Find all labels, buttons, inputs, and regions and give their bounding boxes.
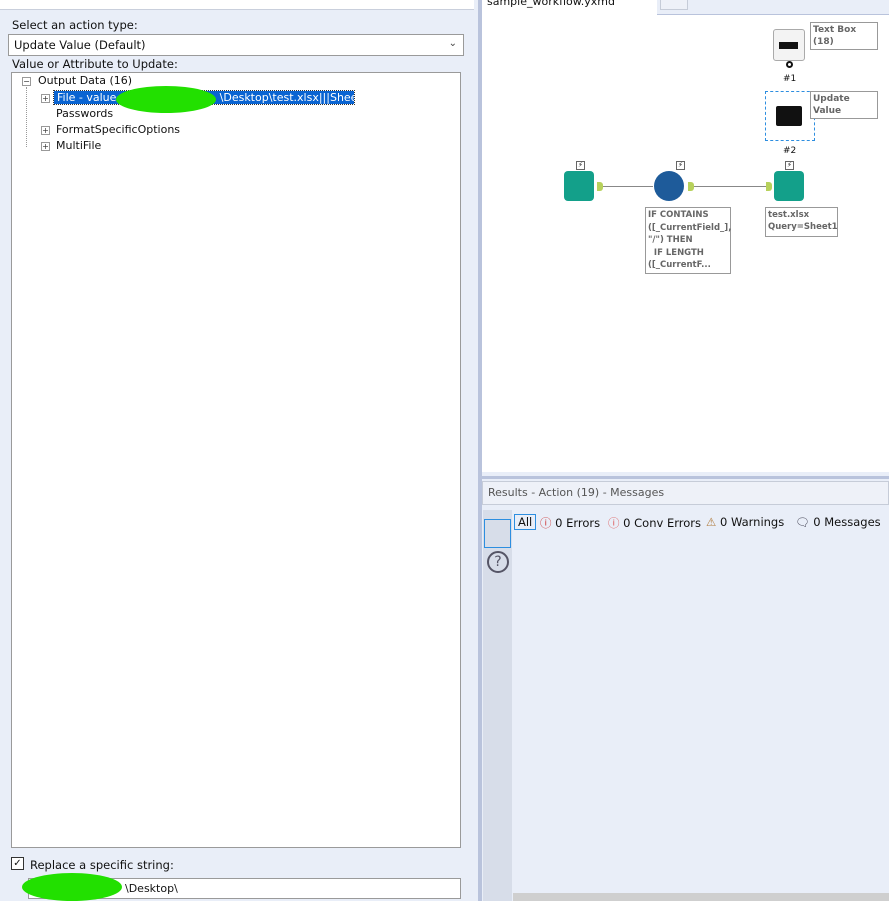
expand-icon[interactable]: + [41,94,50,103]
warning-icon: ⚠ [706,515,717,529]
replace-string-checkbox[interactable]: ✓ [11,857,24,870]
connection-line [694,186,766,187]
textbox-icon [779,42,798,49]
tree-line [26,87,27,147]
tree-node-passwords[interactable]: Passwords [56,107,113,120]
horizontal-scrollbar[interactable] [513,893,889,901]
connection-line [603,186,653,187]
connection-label-1: #1 [783,74,797,84]
conv-error-icon: ⓘ [608,516,620,530]
update-value-action-tool[interactable] [765,91,815,141]
replace-string-label: Replace a specific string: [30,858,174,872]
results-body [513,533,889,895]
output-data-tool[interactable] [774,171,804,201]
attribute-tree[interactable]: − Output Data (16) + File - value= \Deskt… [11,72,461,848]
action-type-label: Select an action type: [12,18,138,32]
help-icon[interactable]: ? [487,551,509,573]
formula-annotation: IF CONTAINS ([_CurrentField_], "/") THEN I… [645,207,731,274]
output-annotation: test.xlsx Query=Sheet1 [765,207,838,237]
lightning-icon: ⚡ [576,161,585,170]
messages-view-icon[interactable] [484,519,511,548]
expand-icon[interactable]: + [41,142,50,151]
collapse-icon[interactable]: − [22,77,31,86]
filter-all[interactable]: All [514,514,537,530]
lightning-icon: ⚡ [676,161,685,170]
textbox-annotation: Text Box (18) [810,22,878,50]
results-header: Results - Action (19) - Messages [482,481,889,505]
chevron-down-icon: ⌄ [448,38,457,49]
filter-warnings[interactable]: ⚠ 0 Warnings [706,515,784,529]
filter-errors[interactable]: ⓘ 0 Errors [540,515,600,531]
lightning-icon: ⚡ [785,161,794,170]
tree-node-output-data[interactable]: Output Data (16) [38,74,132,87]
anchor-icon [786,61,793,68]
new-tab-button[interactable] [660,0,688,10]
expand-icon[interactable]: + [41,126,50,135]
input-data-tool[interactable] [564,171,594,201]
tree-node-multifile[interactable]: MultiFile [56,139,101,152]
action-annotation: Update Value [810,91,878,119]
action-type-value: Update Value (Default) [14,38,146,52]
tab-workflow[interactable]: sample_workflow.yxmd [482,0,657,16]
tree-label: Value or Attribute to Update: [12,57,178,71]
filter-conv-errors[interactable]: ⓘ 0 Conv Errors [608,515,701,531]
tree-node-format-options[interactable]: FormatSpecificOptions [56,123,180,136]
filter-messages[interactable]: 🗨 0 Messages [795,515,881,529]
message-icon: 🗨 [795,515,810,529]
clapperboard-icon [776,106,802,126]
redaction-mark [22,873,122,901]
error-icon: ⓘ [540,516,552,530]
redaction-mark [116,86,216,113]
connection-label-2: #2 [783,146,797,156]
input-anchor[interactable] [766,182,772,191]
formula-tool[interactable] [654,171,684,201]
action-type-select[interactable]: Update Value (Default) ⌄ [8,34,464,56]
panel-header-strip [0,0,474,10]
textbox-tool[interactable] [773,29,805,61]
